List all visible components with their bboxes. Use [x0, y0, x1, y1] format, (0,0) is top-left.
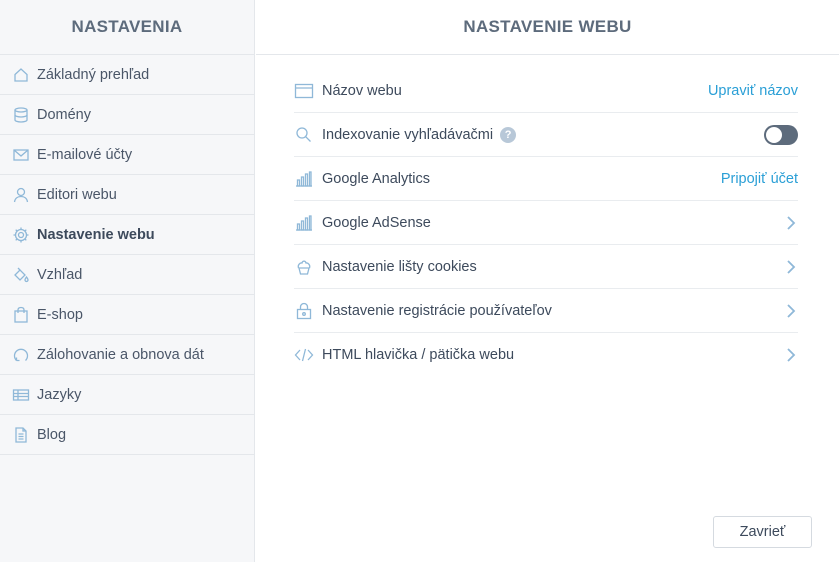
- document-icon: [12, 426, 30, 444]
- bar-chart-icon: [294, 169, 314, 189]
- indexing-toggle[interactable]: [764, 124, 798, 145]
- edit-name-link[interactable]: Upraviť názov: [708, 83, 798, 99]
- sidebar-item-label: E-shop: [37, 306, 83, 323]
- envelope-icon: [12, 146, 30, 164]
- sidebar-item-label: Nastavenie webu: [37, 226, 155, 243]
- chevron-right-icon[interactable]: [786, 215, 796, 231]
- chevron-right-icon[interactable]: [786, 259, 796, 275]
- gear-icon: [12, 226, 30, 244]
- sidebar-item-label: Vzhľad: [37, 266, 83, 283]
- row-site-name: Názov webu Upraviť názov: [294, 69, 798, 113]
- sidebar-title: NASTAVENIA: [0, 0, 254, 55]
- row-label: Nastavenie lišty cookies: [322, 258, 477, 275]
- search-icon: [294, 125, 314, 145]
- settings-list: Názov webu Upraviť názov Indexovanie vyh…: [294, 69, 798, 377]
- row-label: Google AdSense: [322, 214, 431, 231]
- sidebar-item-blog[interactable]: Blog: [0, 415, 254, 455]
- row-label: HTML hlavička / pätička webu: [322, 347, 515, 363]
- toggle-knob: [766, 126, 782, 143]
- close-button[interactable]: Zavrieť: [713, 516, 812, 548]
- paint-bucket-icon: [12, 266, 30, 284]
- sidebar-item-label: Zálohovanie a obnova dát: [37, 346, 204, 363]
- row-label: Google Analytics: [322, 170, 431, 187]
- row-label: Nastavenie registrácie používateľov: [322, 302, 552, 319]
- sidebar-item-web-settings[interactable]: Nastavenie webu: [0, 215, 254, 255]
- row-user-registration[interactable]: Nastavenie registrácie používateľov: [294, 289, 798, 333]
- sidebar-item-label: Domény: [37, 106, 91, 123]
- cupcake-icon: [294, 257, 314, 277]
- row-search-indexing: Indexovanie vyhľadávačmi ?: [294, 113, 798, 157]
- settings-sidebar: NASTAVENIA Základný prehľad Domény E-mai…: [0, 0, 255, 562]
- sidebar-item-backup[interactable]: Zálohovanie a obnova dát: [0, 335, 254, 375]
- sidebar-item-domains[interactable]: Domény: [0, 95, 254, 135]
- settings-main-panel: NASTAVENIE WEBU Názov webu Upraviť názov…: [256, 0, 839, 562]
- sidebar-item-appearance[interactable]: Vzhľad: [0, 255, 254, 295]
- row-label-text: Indexovanie vyhľadávačmi: [322, 126, 494, 143]
- sidebar-item-languages[interactable]: Jazyky: [0, 375, 254, 415]
- page-title: NASTAVENIE WEBU: [256, 0, 839, 55]
- database-icon: [12, 106, 30, 124]
- code-icon: [294, 345, 314, 365]
- sidebar-item-label: Základný prehľad: [37, 66, 150, 83]
- home-icon: [12, 66, 30, 84]
- row-html-header-footer[interactable]: HTML hlavička / pätička webu: [294, 333, 798, 377]
- chevron-right-icon[interactable]: [786, 303, 796, 319]
- browser-window-icon: [294, 81, 314, 101]
- sidebar-item-overview[interactable]: Základný prehľad: [0, 55, 254, 95]
- backup-icon: [12, 346, 30, 364]
- user-icon: [12, 186, 30, 204]
- sidebar-item-label: Jazyky: [37, 386, 82, 403]
- sidebar-item-email-accounts[interactable]: E-mailové účty: [0, 135, 254, 175]
- chevron-right-icon[interactable]: [786, 347, 796, 363]
- lock-icon: [294, 301, 314, 321]
- row-label: Názov webu: [322, 82, 402, 99]
- row-cookie-bar[interactable]: Nastavenie lišty cookies: [294, 245, 798, 289]
- sidebar-item-label: Blog: [37, 426, 67, 443]
- sidebar-item-eshop[interactable]: E-shop: [0, 295, 254, 335]
- sidebar-item-label: E-mailové účty: [37, 146, 133, 163]
- shopping-bag-icon: [12, 306, 30, 324]
- connect-account-link[interactable]: Pripojiť účet: [721, 171, 798, 187]
- row-google-analytics: Google Analytics Pripojiť účet: [294, 157, 798, 201]
- help-icon[interactable]: ?: [500, 126, 517, 143]
- bar-chart-icon: [294, 213, 314, 233]
- sidebar-item-label: Editori webu: [37, 186, 117, 203]
- sidebar-item-editors[interactable]: Editori webu: [0, 175, 254, 215]
- row-label: Indexovanie vyhľadávačmi ?: [322, 126, 764, 143]
- row-google-adsense[interactable]: Google AdSense: [294, 201, 798, 245]
- language-icon: [12, 386, 30, 404]
